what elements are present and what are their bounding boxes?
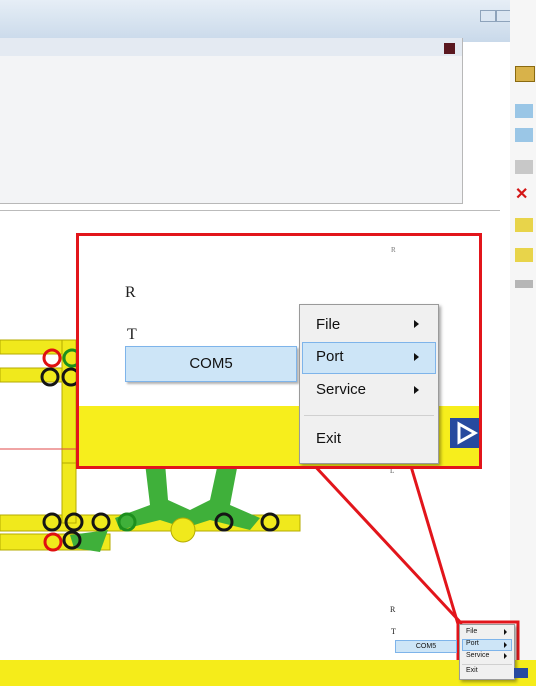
zoom-tiny-label: R [391,246,396,254]
chevron-right-icon [504,629,507,635]
small-menu-separator [462,664,512,665]
chevron-right-icon [414,386,419,394]
zoom-menu-service[interactable]: Service [302,375,436,407]
small-menu-exit-label: Exit [466,667,478,674]
small-letter-r: R [390,605,396,614]
chevron-right-icon [414,320,419,328]
zoom-menu-file-label: File [316,316,341,333]
zoom-menu-separator [304,415,434,416]
zoom-submenu-com5[interactable]: COM5 [125,346,297,382]
zoom-menu-service-label: Service [316,381,367,398]
zoom-menu-port[interactable]: Port [302,342,436,374]
chevron-right-icon [414,353,419,361]
zoom-menu-file[interactable]: File [302,309,436,341]
small-menu-file-label: File [466,628,478,635]
small-menu-file[interactable]: File [462,627,512,638]
zoom-menu-exit[interactable]: Exit [302,423,436,455]
small-menu-service[interactable]: Service [462,651,512,662]
zoom-menu-exit-label: Exit [316,430,342,447]
zoom-callout: R T R COM5 File Port Service Exit [76,233,482,469]
small-submenu-com5[interactable]: COM5 [395,640,457,653]
chevron-right-icon [504,653,507,659]
play-button-icon[interactable] [450,418,479,448]
zoom-letter-t: T [127,326,137,343]
zoom-context-menu: File Port Service Exit [299,304,439,464]
chevron-right-icon [504,642,507,648]
status-strip [0,660,536,686]
zoom-letter-r: R [125,284,136,301]
small-menu-port-label: Port [466,640,479,647]
zoom-menu-port-label: Port [316,348,344,365]
small-menu-exit[interactable]: Exit [462,666,512,677]
small-context-menu: File Port Service Exit [459,624,515,680]
small-play-button-icon[interactable] [514,668,528,678]
small-menu-port[interactable]: Port [462,639,512,651]
small-letter-t: T [391,627,396,636]
small-menu-service-label: Service [466,652,490,659]
